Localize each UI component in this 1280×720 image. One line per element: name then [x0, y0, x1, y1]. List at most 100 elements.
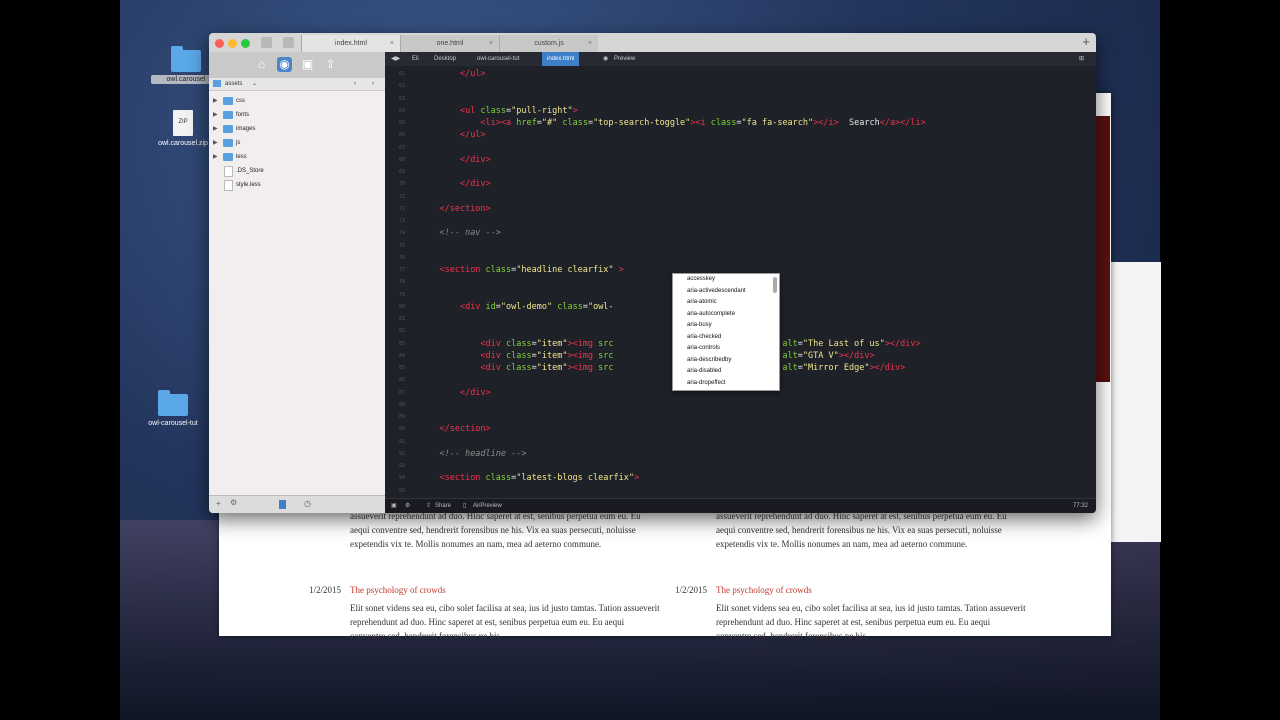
zoom-button[interactable] [241, 39, 250, 48]
line-number: 69 [398, 169, 405, 175]
autocomplete-item[interactable]: accesskey [673, 274, 779, 286]
code-line[interactable]: </section> [419, 424, 490, 434]
blog-post-text: Elit sonet videns sea eu, cibo solet fac… [350, 603, 660, 641]
preview-button[interactable]: Preview [614, 52, 635, 66]
folder-icon [223, 111, 233, 119]
close-tab-icon[interactable]: × [390, 35, 394, 52]
code-line[interactable]: </ul> [419, 130, 486, 140]
autocomplete-item[interactable]: aria-disabled [673, 366, 779, 378]
gear-icon[interactable]: ⚙ [230, 498, 237, 507]
clock-icon[interactable]: ◷ [304, 499, 311, 508]
tree-item-folder[interactable]: ▶ css [209, 94, 385, 108]
tab-index-html[interactable]: index.html × [301, 35, 400, 52]
title-bar[interactable]: index.html × one.html × custom.js × + [209, 33, 1096, 53]
blog-post-text: assueverit reprehendunt ad duo. Hinc sap… [716, 511, 1007, 549]
code-line[interactable]: <li><a href="#" class="top-search-toggle… [419, 118, 925, 128]
forward-arrow-icon[interactable]: › [372, 78, 374, 90]
layout-toggle-icon[interactable] [283, 37, 294, 48]
blog-post-text: assueverit reprehendunt ad duo. Hinc sap… [350, 511, 641, 549]
code-line[interactable]: </div> [419, 155, 491, 165]
autocomplete-item[interactable]: aria-dropeffect [673, 378, 779, 390]
folder-selector[interactable]: assets ⌄ ‹ › [209, 78, 385, 91]
code-line[interactable]: <!-- headline --> [419, 449, 526, 459]
code-line[interactable]: <div class="item"><img src fullimage2.jp… [419, 351, 874, 361]
tab-label: index.html [335, 40, 367, 47]
globe-icon[interactable]: ◉ [277, 57, 292, 72]
code-line[interactable]: <ul class="pull-right"> [419, 106, 578, 116]
breadcrumb-item[interactable]: owl-carousel-tut [477, 52, 519, 66]
back-arrow-icon[interactable]: ‹ [354, 78, 356, 90]
code-line[interactable]: <section class="latest-blogs clearfix"> [419, 473, 639, 483]
close-tab-icon[interactable]: × [588, 35, 592, 52]
autocomplete-item[interactable]: aria-describedby [673, 355, 779, 367]
tree-item-folder[interactable]: ▶ js [209, 136, 385, 150]
code-line[interactable]: </div> [419, 388, 491, 398]
tab-label: custom.js [534, 40, 564, 47]
tree-item-file[interactable]: style.less [209, 178, 385, 192]
autocomplete-item[interactable]: aria-checked [673, 332, 779, 344]
autocomplete-popup[interactable]: accesskey aria-activedescendant aria-atomi… [672, 273, 780, 391]
line-number: 68 [398, 156, 405, 163]
autocomplete-item[interactable]: aria-atomic [673, 297, 779, 309]
desktop-icon-folder[interactable]: owl-carousel-tut [138, 390, 208, 428]
split-view-icon[interactable]: ⊞ [1079, 52, 1084, 66]
autocomplete-item[interactable]: aria-autocomplete [673, 309, 779, 321]
tree-item-file[interactable]: .DS_Store [209, 164, 385, 178]
tab-one-html[interactable]: one.html × [400, 35, 499, 52]
tab-custom-js[interactable]: custom.js × [499, 35, 598, 52]
terminal-icon[interactable]: ▣ [391, 499, 397, 513]
breadcrumb-item[interactable]: Eli [412, 52, 419, 66]
code-line[interactable]: <!-- nav --> [419, 228, 500, 238]
tree-item-folder[interactable]: ▶ less [209, 150, 385, 164]
disclosure-arrow-icon[interactable]: ▶ [213, 94, 218, 108]
desktop-icon-zip[interactable]: owl.carousel.zip [148, 110, 218, 148]
code-line[interactable]: </ul> [419, 69, 486, 79]
line-number: 87 [398, 389, 405, 396]
code-line[interactable]: <div class="item"><img src fullimage3.jp… [419, 363, 905, 373]
autocomplete-item[interactable]: aria-busy [673, 320, 779, 332]
folder-icon [213, 80, 221, 87]
autocomplete-item[interactable]: aria-activedescendant [673, 286, 779, 298]
code-line[interactable]: <section class="headline clearfix" > [419, 265, 623, 275]
letterbox-right [1160, 0, 1280, 720]
tree-item-label: js [236, 140, 241, 146]
disclosure-arrow-icon[interactable]: ▶ [213, 150, 218, 164]
disclosure-arrow-icon[interactable]: ▶ [213, 122, 218, 136]
share-icon: ⇪ [426, 503, 432, 509]
gear-icon[interactable]: ⚙ [405, 499, 410, 513]
close-button[interactable] [215, 39, 224, 48]
minimize-button[interactable] [228, 39, 237, 48]
bookmark-icon[interactable]: ▣ [300, 57, 315, 72]
add-icon[interactable]: + [216, 499, 221, 508]
code-line[interactable]: </div> [419, 179, 491, 189]
home-icon[interactable]: ⌂ [254, 57, 269, 72]
autocomplete-list: accesskey aria-activedescendant aria-atomi… [673, 274, 779, 389]
disclosure-arrow-icon[interactable]: ▶ [213, 108, 218, 122]
blog-post-title[interactable]: The psychology of crowds [716, 583, 812, 597]
nav-icon[interactable]: ◀▶ [391, 52, 400, 66]
tree-item-label: style.less [236, 182, 261, 188]
autocomplete-scrollbar[interactable] [773, 277, 777, 293]
files-view-icon[interactable] [279, 500, 286, 509]
current-folder: assets [225, 81, 243, 87]
code-line[interactable]: </section> [419, 204, 490, 214]
file-sidebar: ⌂ ◉ ▣ ⇧ assets ⌄ ‹ › ▶ css ▶ fonts ▶ images… [209, 52, 385, 513]
new-tab-icon[interactable]: + [1082, 34, 1090, 49]
autocomplete-item[interactable]: aria-controls [673, 343, 779, 355]
blog-post-title[interactable]: The psychology of crowds [350, 583, 446, 597]
code-line[interactable]: <div id="owl-demo" class="owl- [419, 302, 614, 312]
code-line[interactable]: <div class="item"><img src fullimage1.jp… [419, 339, 920, 349]
disclosure-arrow-icon[interactable]: ▶ [213, 136, 218, 150]
breadcrumb-item[interactable]: Desktop [434, 52, 456, 66]
share-button[interactable]: Share [435, 499, 451, 513]
airpreview-button[interactable]: AirPreview [473, 499, 502, 513]
upload-icon[interactable]: ⇧ [323, 57, 338, 72]
folder-icon [223, 139, 233, 147]
sidebar-toggle-icon[interactable] [261, 37, 272, 48]
breadcrumb-current[interactable]: index.html [542, 52, 580, 66]
line-number: 82 [398, 328, 405, 335]
tree-item-label: fonts [236, 112, 250, 118]
tree-item-folder[interactable]: ▶ images [209, 122, 385, 136]
tree-item-folder[interactable]: ▶ fonts [209, 108, 385, 122]
close-tab-icon[interactable]: × [489, 35, 493, 52]
